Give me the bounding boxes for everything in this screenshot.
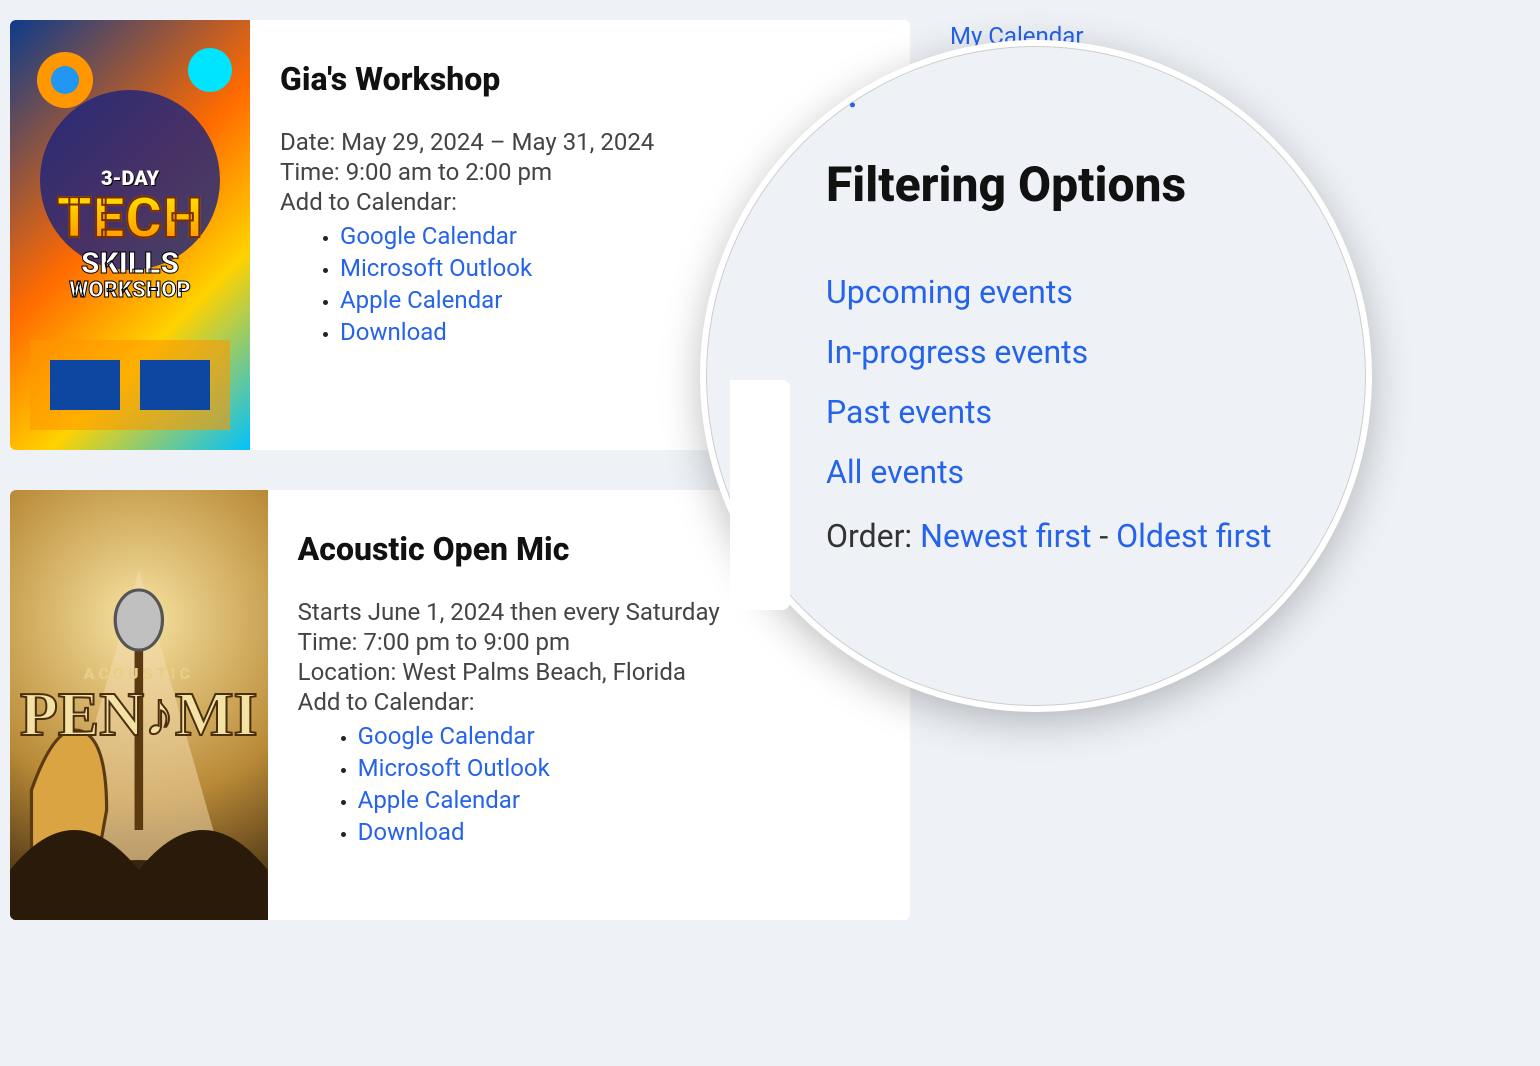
apple-calendar-link[interactable]: Apple Calendar — [340, 286, 502, 314]
calendar-links: Google Calendar Microsoft Outlook Apple … — [298, 722, 880, 846]
poster-line3: WORKSHOP — [57, 279, 204, 302]
filter-in-progress[interactable]: In-progress events — [826, 333, 1346, 371]
event-location: Location: West Palms Beach, Florida — [298, 658, 880, 686]
add-to-calendar-label: Add to Calendar: — [298, 688, 880, 716]
order-newest-link[interactable]: Newest first — [920, 517, 1091, 555]
apple-calendar-link[interactable]: Apple Calendar — [358, 786, 520, 814]
google-calendar-link[interactable]: Google Calendar — [340, 222, 517, 250]
outlook-calendar-link[interactable]: Microsoft Outlook — [358, 754, 550, 782]
filtering-options-heading: Filtering Options — [826, 156, 1346, 213]
filter-upcoming[interactable]: Upcoming events — [826, 273, 1346, 311]
event-title: Gia's Workshop — [280, 60, 880, 98]
order-oldest-link[interactable]: Oldest first — [1116, 517, 1271, 555]
poster-title: PEN♪MI — [20, 683, 258, 748]
filter-all[interactable]: All events — [826, 453, 1346, 491]
event-thumbnail: ACOUSTIC PEN♪MI — [10, 490, 268, 920]
event-time: Time: 7:00 pm to 9:00 pm — [298, 628, 880, 656]
magnifier-overlay: ··: Filtering Options Upcoming events In… — [700, 40, 1360, 700]
order-label: Order: — [826, 517, 920, 555]
poster-title: TECH — [57, 189, 204, 248]
event-thumbnail: 3-DAY TECH SKILLS WORKSHOP — [10, 20, 250, 450]
google-calendar-link[interactable]: Google Calendar — [358, 722, 535, 750]
order-row: Order: Newest first - Oldest first — [826, 517, 1346, 555]
poster-line2: SKILLS — [57, 248, 204, 280]
outlook-calendar-link[interactable]: Microsoft Outlook — [340, 254, 532, 282]
card-edge-peek — [730, 380, 790, 610]
order-separator: - — [1091, 517, 1116, 555]
download-calendar-link[interactable]: Download — [340, 318, 447, 346]
download-calendar-link[interactable]: Download — [358, 818, 465, 846]
filter-past[interactable]: Past events — [826, 393, 1346, 431]
